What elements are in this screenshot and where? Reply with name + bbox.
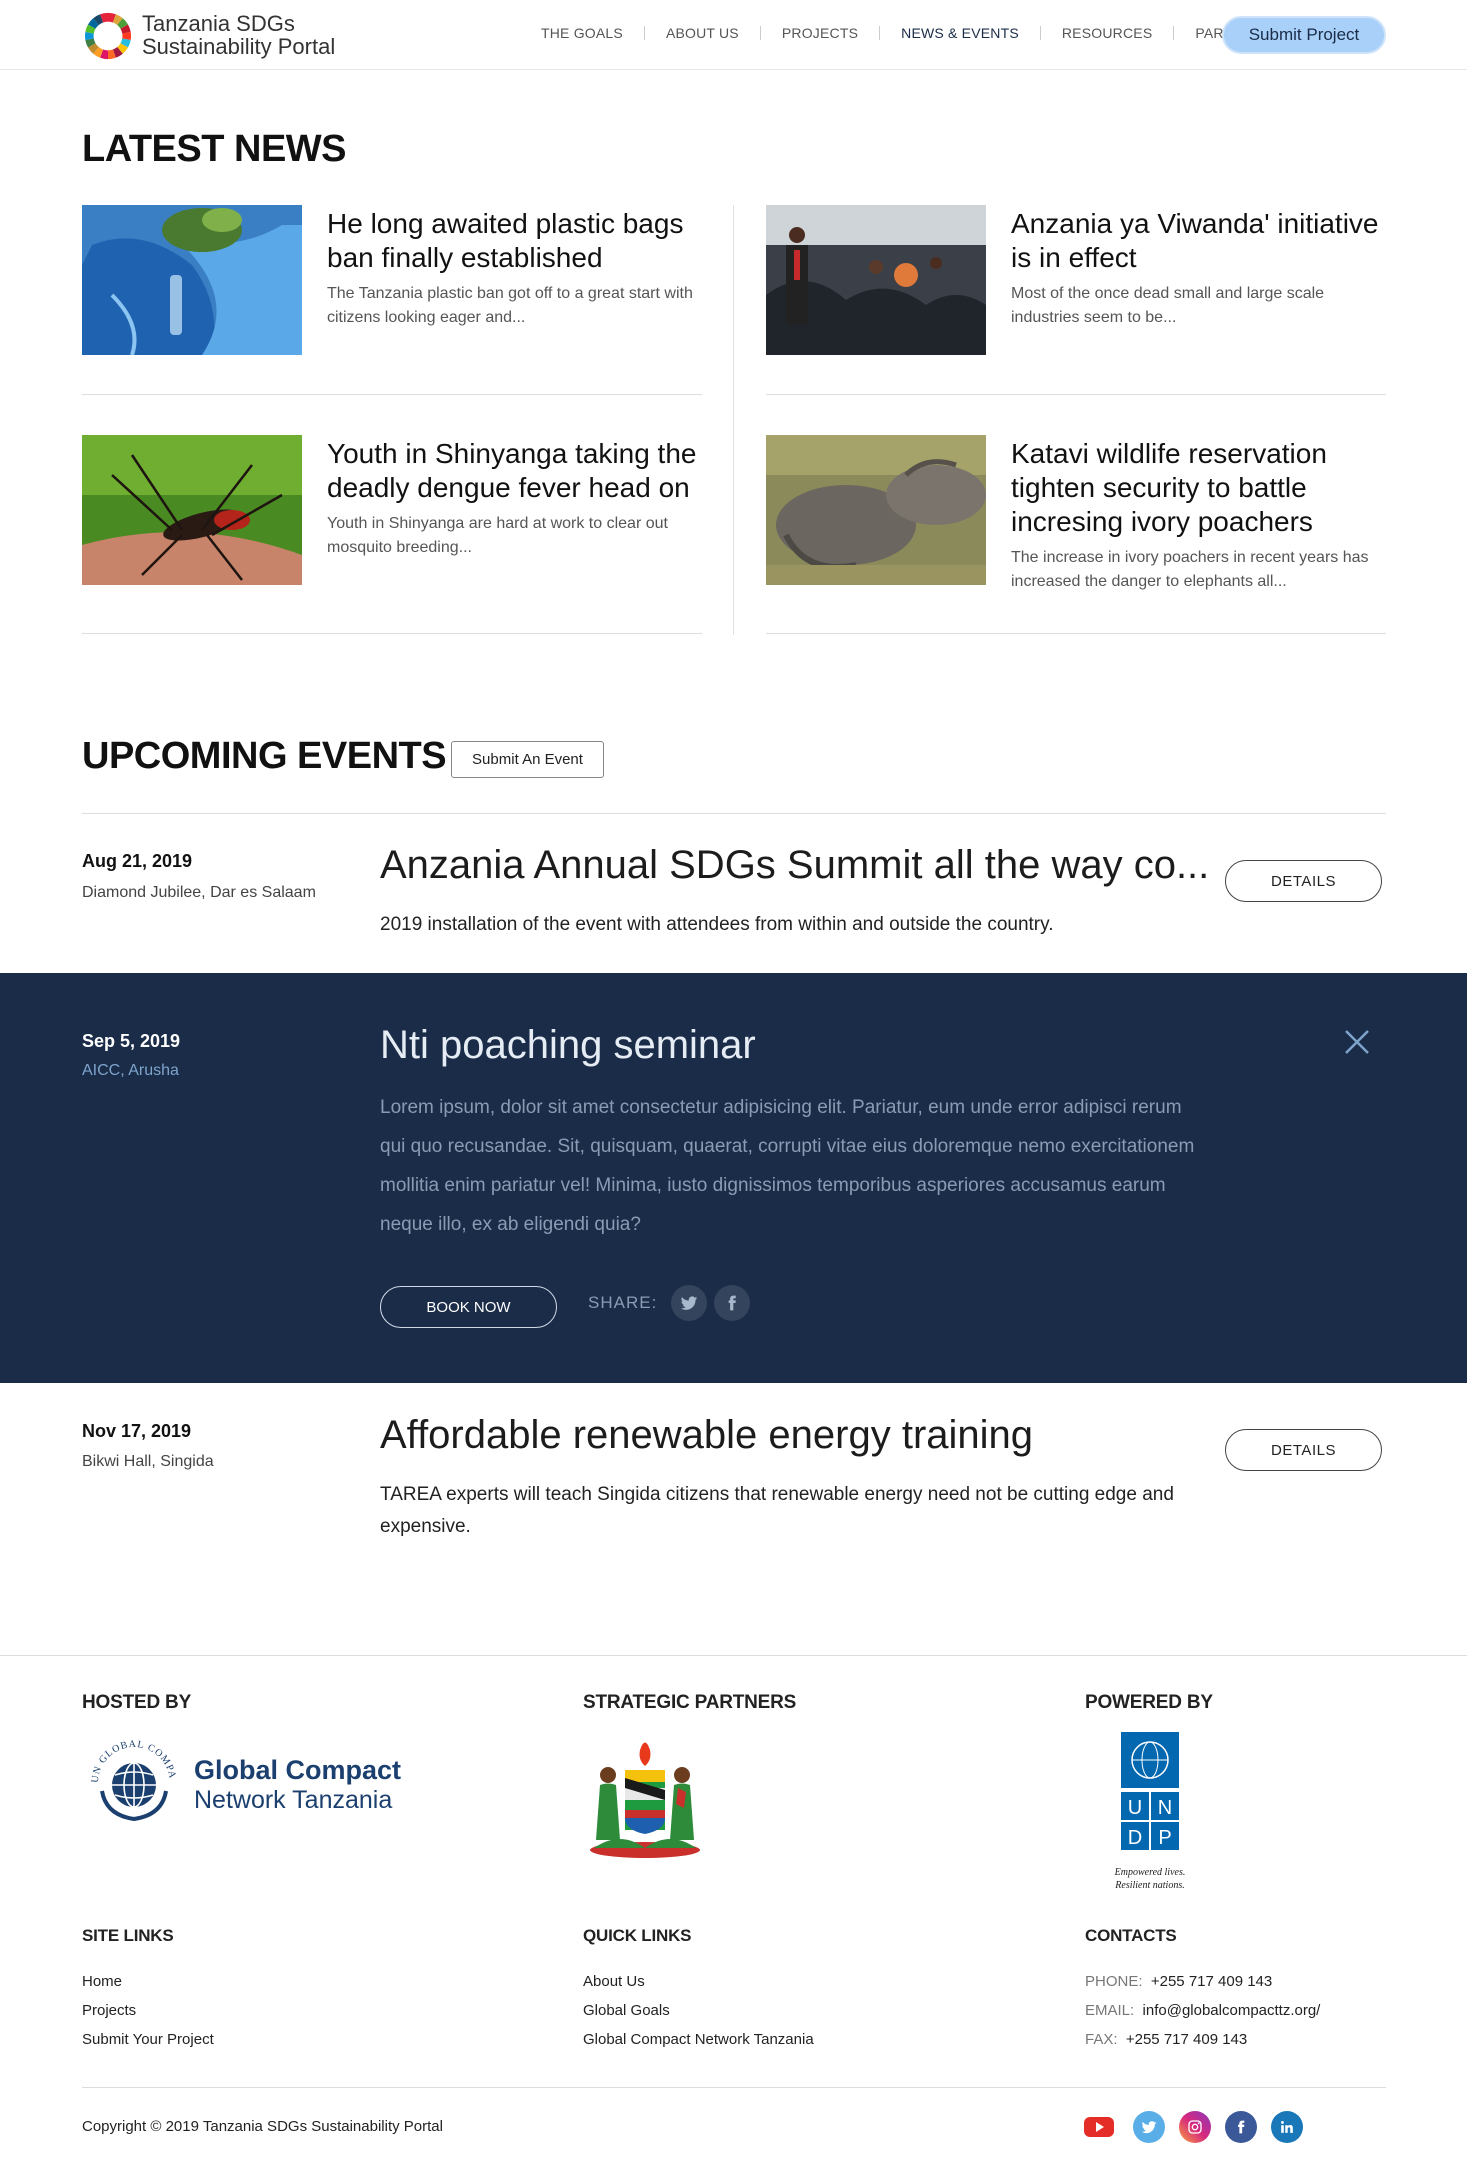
contact-value[interactable]: +255 717 409 143 bbox=[1151, 1973, 1272, 1990]
event-date: Aug 21, 2019 bbox=[82, 851, 193, 871]
divider bbox=[82, 813, 1386, 814]
contact-label: FAX: bbox=[1085, 2031, 1118, 2048]
news-title[interactable]: Katavi wildlife reservation tighten secu… bbox=[1011, 437, 1391, 539]
contact-email: EMAIL: info@globalcompacttz.org/ bbox=[1085, 2002, 1320, 2019]
event-title[interactable]: Anzania Annual SDGs Summit all the way c… bbox=[380, 843, 1209, 888]
share-label: SHARE: bbox=[588, 1293, 658, 1312]
gc-name-line-1: Global Compact bbox=[194, 1755, 402, 1785]
globe-icon: UN GLOBAL COMPACT bbox=[86, 1735, 177, 1822]
nav-the-goals[interactable]: THE GOALS bbox=[520, 26, 645, 40]
close-icon[interactable] bbox=[1342, 1027, 1372, 1057]
footer-divider bbox=[0, 1655, 1467, 1656]
contact-value[interactable]: info@globalcompacttz.org/ bbox=[1143, 2002, 1321, 2019]
plastic-bags-image[interactable] bbox=[82, 205, 302, 355]
copyright-text: Copyright © 2019 Tanzania SDGs Sustainab… bbox=[82, 2118, 443, 2135]
news-card[interactable]: Youth in Shinyanga taking the deadly den… bbox=[82, 435, 702, 634]
quick-links-heading: QUICK LINKS bbox=[583, 1926, 692, 1945]
main-nav: THE GOALS ABOUT US PROJECTS NEWS & EVENT… bbox=[520, 26, 1293, 40]
contact-phone: PHONE: +255 717 409 143 bbox=[1085, 1973, 1272, 1990]
news-card[interactable]: Anzania ya Viwanda' initiative is in eff… bbox=[766, 205, 1386, 395]
contact-label: PHONE: bbox=[1085, 1973, 1143, 1990]
news-title[interactable]: Youth in Shinyanga taking the deadly den… bbox=[327, 437, 707, 505]
contact-fax: FAX: +255 717 409 143 bbox=[1085, 2031, 1247, 2048]
nav-projects[interactable]: PROJECTS bbox=[761, 26, 881, 40]
news-column-divider bbox=[733, 205, 734, 635]
svg-text:D: D bbox=[1128, 1827, 1142, 1849]
news-card[interactable]: He long awaited plastic bags ban finally… bbox=[82, 205, 702, 395]
contact-label: EMAIL: bbox=[1085, 2002, 1135, 2019]
footer-link-projects[interactable]: Projects bbox=[82, 2002, 136, 2019]
details-button[interactable]: DETAILS bbox=[1225, 860, 1382, 902]
submit-project-button[interactable]: Submit Project bbox=[1222, 16, 1386, 54]
nav-resources[interactable]: RESOURCES bbox=[1041, 26, 1175, 40]
news-excerpt: The Tanzania plastic ban got off to a gr… bbox=[327, 285, 693, 326]
event-date: Nov 17, 2019 bbox=[82, 1421, 192, 1441]
event-date: Sep 5, 2019 bbox=[82, 1031, 181, 1051]
news-section-title: LATEST NEWS bbox=[82, 128, 347, 170]
global-compact-logo[interactable]: UN GLOBAL COMPACT Global Compact Network… bbox=[86, 1735, 406, 1825]
facebook-share-icon[interactable] bbox=[714, 1285, 750, 1321]
youtube-icon[interactable] bbox=[1083, 2111, 1115, 2143]
tanzania-coat-of-arms[interactable] bbox=[580, 1730, 710, 1860]
news-excerpt: The increase in ivory poachers in recent… bbox=[1011, 549, 1369, 590]
footer-link-home[interactable]: Home bbox=[82, 1973, 122, 1990]
events-section-title: UPCOMING EVENTS bbox=[82, 735, 447, 777]
undp-tagline-1: Empowered lives. bbox=[1114, 1867, 1186, 1878]
news-excerpt: Youth in Shinyanga are hard at work to c… bbox=[327, 515, 668, 556]
brand-line-2: Sustainability Portal bbox=[142, 34, 336, 59]
instagram-icon[interactable] bbox=[1179, 2111, 1211, 2143]
news-card[interactable]: Katavi wildlife reservation tighten secu… bbox=[766, 435, 1386, 634]
event-location: Bikwi Hall, Singida bbox=[82, 1453, 214, 1470]
svg-text:N: N bbox=[1158, 1797, 1172, 1819]
news-title[interactable]: He long awaited plastic bags ban finally… bbox=[327, 207, 707, 275]
elephants-image[interactable] bbox=[766, 435, 986, 585]
event-description: Lorem ipsum, dolor sit amet consectetur … bbox=[380, 1097, 1195, 1235]
footer-link-submit-project[interactable]: Submit Your Project bbox=[82, 2031, 214, 2048]
contacts-heading: CONTACTS bbox=[1085, 1926, 1177, 1945]
news-excerpt: Most of the once dead small and large sc… bbox=[1011, 285, 1325, 326]
contact-value[interactable]: +255 717 409 143 bbox=[1126, 2031, 1247, 2048]
brand-line-1: Tanzania SDGs bbox=[142, 11, 295, 36]
site-header: Tanzania SDGs Sustainability Portal THE … bbox=[0, 0, 1467, 70]
news-title[interactable]: Anzania ya Viwanda' initiative is in eff… bbox=[1011, 207, 1391, 275]
event-title[interactable]: Nti poaching seminar bbox=[380, 1023, 756, 1068]
svg-text:P: P bbox=[1158, 1827, 1171, 1849]
footer-link-global-goals[interactable]: Global Goals bbox=[583, 2002, 670, 2019]
event-location: Diamond Jubilee, Dar es Salaam bbox=[82, 884, 316, 901]
sdg-wheel-logo[interactable] bbox=[82, 11, 134, 61]
strategic-partners-heading: STRATEGIC PARTNERS bbox=[583, 1692, 797, 1713]
event-title[interactable]: Affordable renewable energy training bbox=[380, 1413, 1033, 1458]
details-button[interactable]: DETAILS bbox=[1225, 1429, 1382, 1471]
gc-name-line-2: Network Tanzania bbox=[194, 1786, 393, 1814]
powered-by-heading: POWERED BY bbox=[1085, 1692, 1213, 1713]
linkedin-icon[interactable] bbox=[1271, 2111, 1303, 2143]
event-description: 2019 installation of the event with atte… bbox=[380, 914, 1054, 935]
svg-text:U: U bbox=[1128, 1797, 1142, 1819]
nav-news-events[interactable]: NEWS & EVENTS bbox=[880, 26, 1041, 40]
book-now-button[interactable]: BOOK NOW bbox=[380, 1286, 557, 1328]
hosted-by-heading: HOSTED BY bbox=[82, 1692, 192, 1713]
twitter-icon[interactable] bbox=[1133, 2111, 1165, 2143]
event-location: AICC, Arusha bbox=[82, 1062, 179, 1079]
footer-bottom-divider bbox=[82, 2087, 1386, 2088]
facebook-icon[interactable] bbox=[1225, 2111, 1257, 2143]
site-links-heading: SITE LINKS bbox=[82, 1926, 174, 1945]
event-description: TAREA experts will teach Singida citizen… bbox=[380, 1484, 1174, 1537]
factory-workers-image[interactable] bbox=[766, 205, 986, 355]
nav-about-us[interactable]: ABOUT US bbox=[645, 26, 761, 40]
undp-tagline-2: Resilient nations. bbox=[1114, 1880, 1184, 1891]
footer-link-about-us[interactable]: About Us bbox=[583, 1973, 645, 1990]
footer-link-gcnt[interactable]: Global Compact Network Tanzania bbox=[583, 2031, 814, 2048]
undp-logo[interactable]: U N D P Empowered lives. Resilient natio… bbox=[1110, 1730, 1190, 1900]
submit-event-button[interactable]: Submit An Event bbox=[451, 741, 604, 778]
mosquito-image[interactable] bbox=[82, 435, 302, 585]
brand-name[interactable]: Tanzania SDGs Sustainability Portal bbox=[142, 12, 335, 58]
twitter-share-icon[interactable] bbox=[671, 1285, 707, 1321]
